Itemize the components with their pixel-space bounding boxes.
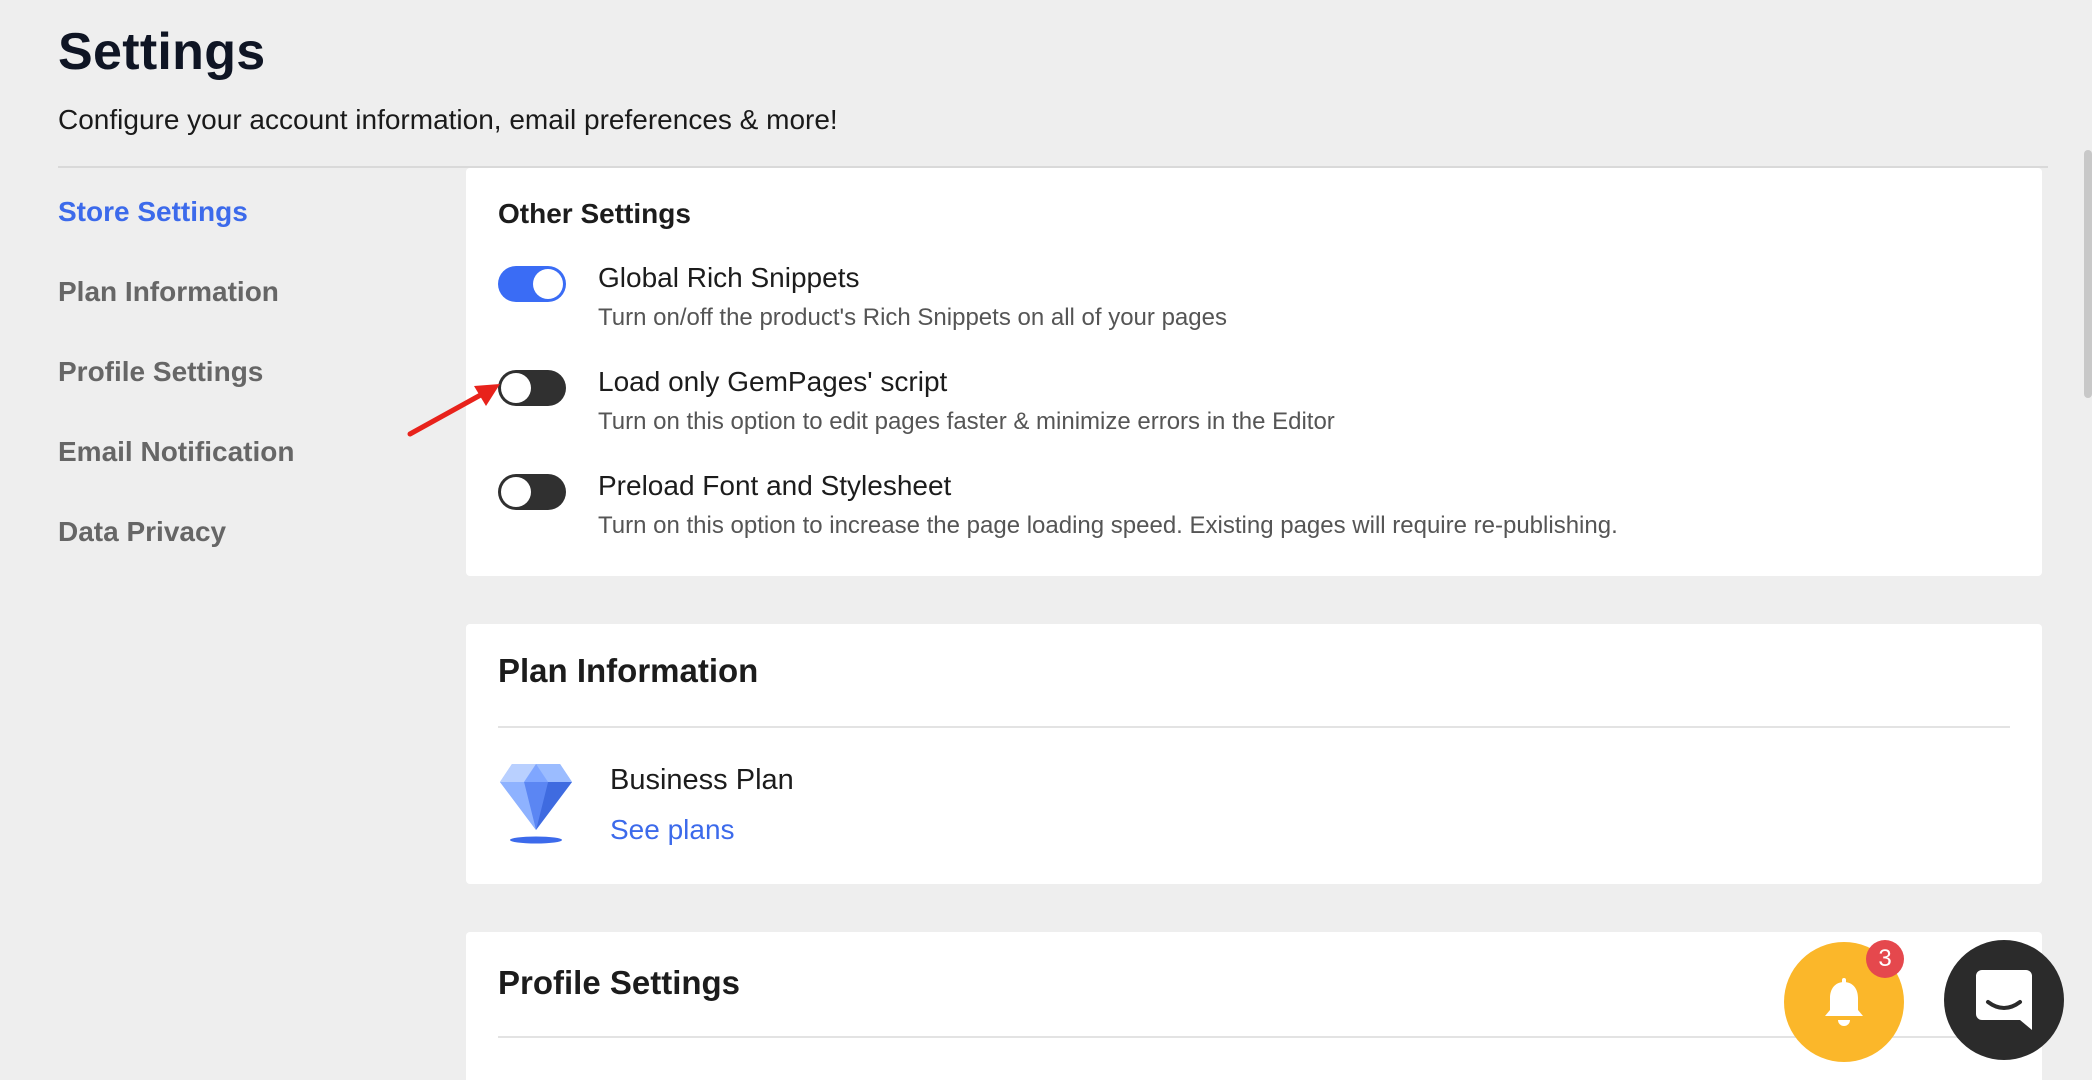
profile-settings-title: Profile Settings xyxy=(498,964,741,1001)
setting-description: Turn on/off the product's Rich Snippets … xyxy=(598,304,1227,331)
page-title: Settings xyxy=(58,23,266,81)
toggle-knob xyxy=(533,269,563,299)
setting-title: Preload Font and Stylesheet xyxy=(598,470,952,501)
see-plans-link[interactable]: See plans xyxy=(610,814,735,846)
setting-title: Global Rich Snippets xyxy=(598,262,860,293)
plan-name: Business Plan xyxy=(610,764,794,796)
page-scrollbar[interactable] xyxy=(2084,150,2092,398)
annotation-arrow-icon xyxy=(407,384,500,437)
card-divider xyxy=(498,726,2010,728)
sidebar-item-store-settings[interactable]: Store Settings xyxy=(58,192,294,272)
toggle-knob xyxy=(501,373,531,403)
plan-information-title: Plan Information xyxy=(498,652,759,689)
global-rich-snippets-toggle[interactable] xyxy=(498,266,566,302)
sidebar-item-plan-information[interactable]: Plan Information xyxy=(58,272,294,352)
setting-description: Turn on this option to increase the page… xyxy=(598,512,1618,539)
setting-global-rich-snippets: Global Rich Snippets Turn on/off the pro… xyxy=(498,262,2010,342)
toggle-knob xyxy=(501,477,531,507)
chat-icon xyxy=(1976,970,2032,1030)
preload-font-and-stylesheet-toggle[interactable] xyxy=(498,474,566,510)
other-settings-title: Other Settings xyxy=(498,198,691,229)
chat-button[interactable] xyxy=(1944,940,2064,1060)
diamond-icon xyxy=(500,764,572,844)
sidebar-item-data-privacy[interactable]: Data Privacy xyxy=(58,512,294,592)
plan-information-card: Plan Information Business Plan See plans xyxy=(466,624,2042,884)
sidebar-item-email-notification[interactable]: Email Notification xyxy=(58,432,294,512)
setting-preload-font-and-stylesheet: Preload Font and Stylesheet Turn on this… xyxy=(498,470,2010,550)
notification-badge: 3 xyxy=(1866,940,1904,978)
other-settings-card: Other Settings Global Rich Snippets Turn… xyxy=(466,168,2042,576)
setting-title: Load only GemPages' script xyxy=(598,366,948,397)
page-header: Settings Configure your account informat… xyxy=(58,22,838,136)
page-subtitle: Configure your account information, emai… xyxy=(58,104,838,135)
bell-icon xyxy=(1825,978,1863,1026)
settings-sidebar: Store Settings Plan Information Profile … xyxy=(58,192,294,592)
card-divider xyxy=(498,1036,2010,1038)
setting-description: Turn on this option to edit pages faster… xyxy=(598,408,1335,435)
load-only-gempages-script-toggle[interactable] xyxy=(498,370,566,406)
settings-page: Settings Configure your account informat… xyxy=(0,0,2092,1080)
sidebar-item-profile-settings[interactable]: Profile Settings xyxy=(58,352,294,432)
setting-load-only-gempages-script: Load only GemPages' script Turn on this … xyxy=(498,366,2010,446)
